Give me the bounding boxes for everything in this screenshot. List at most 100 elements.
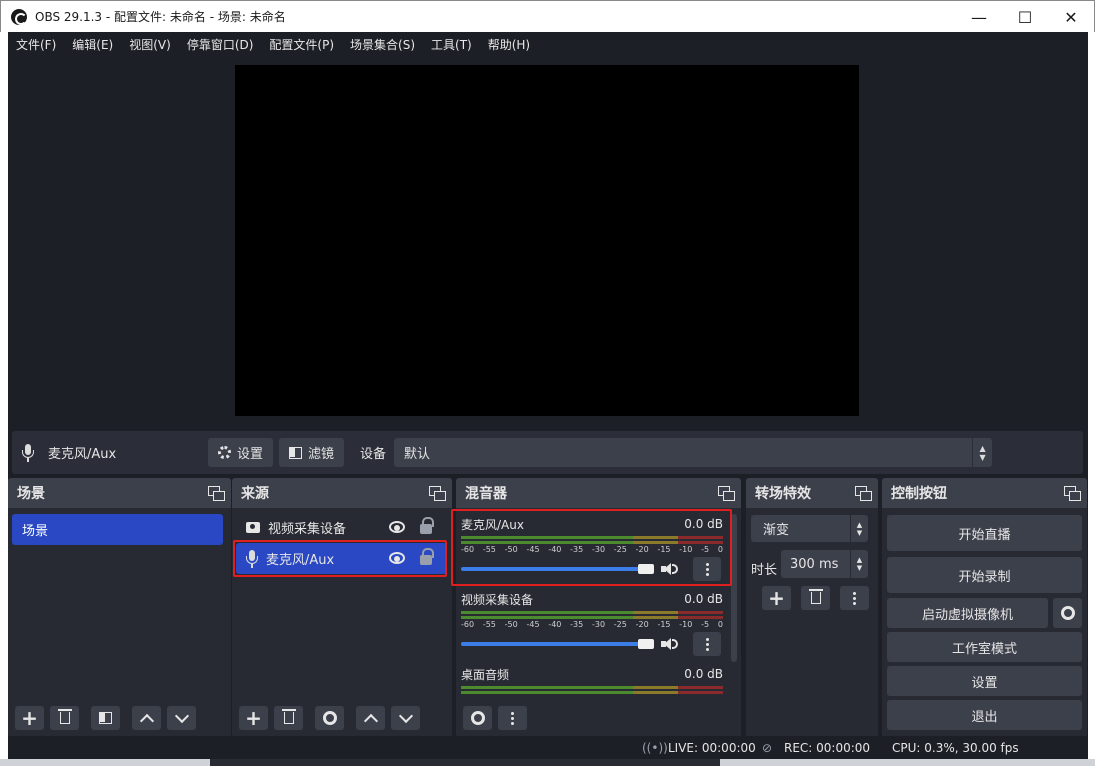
controls-title: 控制按钮: [891, 486, 947, 502]
remove-scene-button[interactable]: [50, 706, 79, 730]
undock-icon[interactable]: [1064, 486, 1081, 501]
more-vertical-icon: [853, 591, 856, 605]
mixer-channel: 视频采集设备 0.0 dB -60 -55 -50 -45 -40 -35 -30 -25 -20…: [461, 592, 723, 656]
scene-list-item[interactable]: 场景: [12, 514, 223, 545]
remove-transition-button[interactable]: [801, 586, 830, 610]
duration-spinbox[interactable]: 300 ms ▲ ▼: [781, 550, 868, 578]
speaker-icon[interactable]: [661, 637, 679, 651]
meter-scale: -60 -55 -50 -45 -40 -35 -30 -25 -20 -15 -10 -5 0: [461, 545, 723, 554]
undock-icon[interactable]: [855, 486, 872, 501]
menu-tools[interactable]: 工具(T): [423, 36, 480, 53]
move-source-down-button[interactable]: [391, 706, 420, 730]
settings-button[interactable]: 设置: [887, 666, 1082, 696]
sources-list: 视频采集设备 麦克风/Aux: [232, 508, 452, 736]
source-item-mic-aux[interactable]: 麦克风/Aux: [236, 543, 447, 574]
menu-bar: 文件(F) 编辑(E) 视图(V) 停靠窗口(D) 配置文件(P) 场景集合(S…: [8, 32, 1088, 56]
source-settings-button[interactable]: 设置: [208, 438, 274, 467]
duration-label: 时长: [751, 563, 778, 578]
minimize-button[interactable]: —: [956, 1, 1002, 33]
rec-icon: ⊘: [762, 741, 773, 755]
channel-db: 0.0 dB: [684, 517, 723, 531]
lock-icon[interactable]: [420, 548, 434, 565]
remove-source-button[interactable]: [274, 706, 303, 730]
add-transition-button[interactable]: +: [762, 586, 791, 610]
add-source-button[interactable]: +: [239, 706, 268, 730]
close-button[interactable]: ✕: [1048, 1, 1094, 33]
exit-button[interactable]: 退出: [887, 700, 1082, 730]
scenes-title: 场景: [17, 486, 45, 502]
cpu-fps: CPU: 0.3%, 30.00 fps: [892, 741, 1019, 755]
source-toolbar: 麦克风/Aux 设置 滤镜 设备 默认 ▲ ▼: [12, 431, 1083, 474]
undock-icon[interactable]: [429, 486, 446, 501]
move-source-up-button[interactable]: [356, 706, 385, 730]
source-filters-button[interactable]: 滤镜: [279, 438, 345, 467]
mixer-dock: 混音器 麦克风/Aux 0.0 dB -60 -55 -50 -45 -40 -35 -30-…: [456, 478, 741, 736]
channel-db: 0.0 dB: [684, 667, 723, 681]
select-arrows-icon: ▲ ▼: [972, 438, 992, 467]
chevron-up-icon: [363, 713, 378, 728]
transition-menu-button[interactable]: [840, 586, 869, 610]
channel-menu-button[interactable]: [693, 632, 721, 656]
menu-docks[interactable]: 停靠窗口(D): [179, 36, 262, 53]
device-select[interactable]: 默认 ▲ ▼: [394, 438, 993, 467]
menu-edit[interactable]: 编辑(E): [64, 36, 121, 53]
sources-title: 来源: [241, 486, 269, 502]
add-scene-button[interactable]: +: [15, 706, 44, 730]
source-item-video-capture[interactable]: 视频采集设备: [236, 512, 447, 543]
mixer-scrollbar[interactable]: [731, 514, 737, 662]
volume-meter: [461, 611, 723, 619]
mixer-channel: 桌面音频 0.0 dB: [461, 667, 723, 699]
start-virtual-camera-button[interactable]: 启动虚拟摄像机: [887, 598, 1048, 628]
volume-slider[interactable]: [461, 639, 654, 649]
selected-source-name: 麦克风/Aux: [48, 447, 117, 462]
transitions-title: 转场特效: [755, 486, 811, 502]
scenes-dock: 场景 场景 +: [8, 478, 231, 736]
controls-dock-title: 控制按钮: [882, 478, 1087, 508]
preview-canvas[interactable]: [235, 65, 859, 416]
scenes-footer: +: [8, 706, 196, 730]
transitions-dock-title: 转场特效: [746, 478, 878, 508]
start-recording-button[interactable]: 开始录制: [887, 557, 1082, 593]
virtual-camera-settings-button[interactable]: [1053, 598, 1082, 628]
channel-db: 0.0 dB: [684, 592, 723, 606]
studio-mode-button[interactable]: 工作室模式: [887, 632, 1082, 662]
scenes-dock-title: 场景: [8, 478, 231, 508]
menu-view[interactable]: 视图(V): [121, 36, 179, 53]
advanced-audio-button[interactable]: [463, 706, 492, 730]
eye-icon[interactable]: [389, 552, 405, 564]
maximize-button[interactable]: ☐: [1002, 1, 1048, 33]
mixer-menu-button[interactable]: [498, 706, 527, 730]
menu-profile[interactable]: 配置文件(P): [261, 36, 342, 53]
start-streaming-button[interactable]: 开始直播: [887, 515, 1082, 551]
menu-scene-collection[interactable]: 场景集合(S): [342, 36, 423, 53]
source-settings-label: 设置: [237, 447, 264, 462]
filter-icon: [289, 446, 303, 459]
title-bar: OBS 29.1.3 - 配置文件: 未命名 - 场景: 未命名 — ☐ ✕: [0, 0, 1095, 32]
microphone-icon: [22, 443, 34, 462]
slider-knob[interactable]: [638, 564, 654, 574]
menu-file[interactable]: 文件(F): [8, 36, 64, 53]
undock-icon[interactable]: [208, 486, 225, 501]
window-border-left: [0, 32, 8, 759]
speaker-icon[interactable]: [661, 562, 679, 576]
channel-menu-button[interactable]: [693, 557, 721, 581]
eye-icon[interactable]: [389, 521, 405, 533]
move-scene-down-button[interactable]: [167, 706, 196, 730]
device-label: 设备: [360, 447, 387, 462]
obs-logo-icon: [11, 8, 27, 25]
scene-filters-button[interactable]: [91, 706, 120, 730]
spinner-arrows-icon[interactable]: ▲ ▼: [850, 550, 868, 578]
taskbar-strip: [0, 759, 1095, 766]
chevron-down-icon: [398, 708, 413, 723]
undock-icon[interactable]: [718, 486, 735, 501]
slider-knob[interactable]: [638, 639, 654, 649]
source-properties-button[interactable]: [315, 706, 344, 730]
menu-help[interactable]: 帮助(H): [480, 36, 538, 53]
more-vertical-icon: [705, 562, 709, 576]
move-scene-up-button[interactable]: [132, 706, 161, 730]
chevron-up-icon: [139, 713, 154, 728]
transition-select[interactable]: 渐变 ▲ ▼: [751, 515, 868, 542]
volume-slider[interactable]: [461, 564, 654, 574]
lock-icon[interactable]: [420, 517, 434, 534]
window-controls: — ☐ ✕: [956, 1, 1094, 33]
